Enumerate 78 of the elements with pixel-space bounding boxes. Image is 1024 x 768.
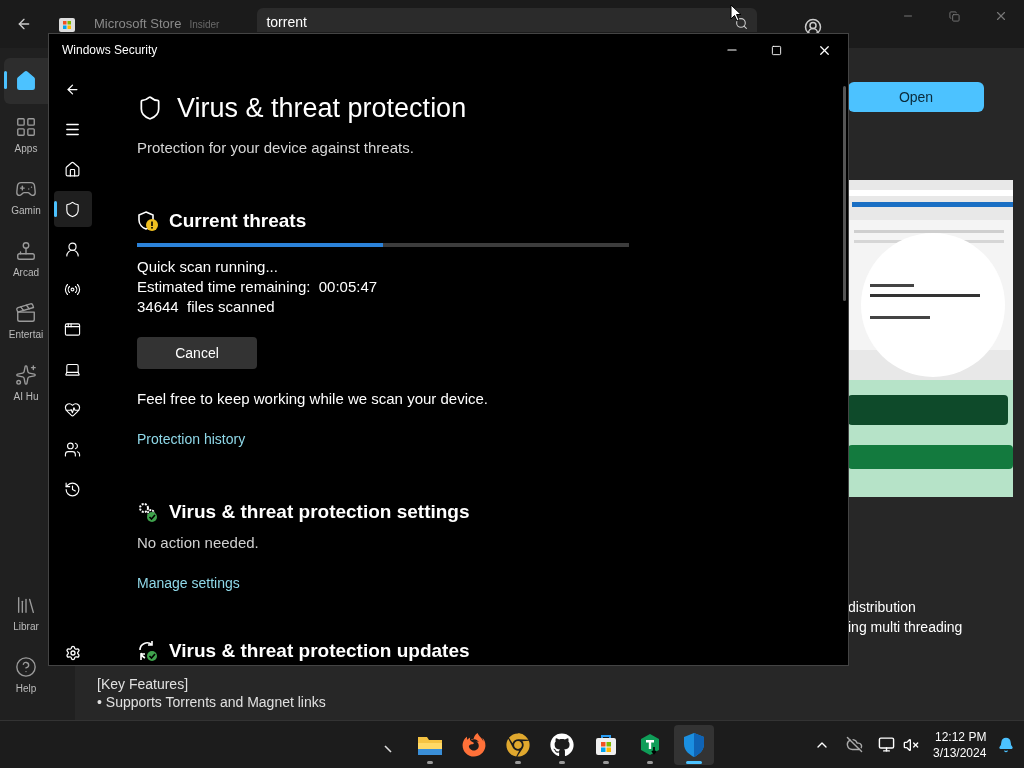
history-icon bbox=[64, 480, 81, 498]
store-icon bbox=[594, 732, 618, 757]
info-text: Feel free to keep working while we scan your device. bbox=[137, 389, 489, 409]
nav-item[interactable]: Gamin bbox=[4, 168, 48, 228]
apps-icon bbox=[15, 116, 37, 138]
scan-status-text: Quick scan running... bbox=[137, 257, 279, 277]
library-icon bbox=[15, 594, 37, 616]
nav-label: Arcad bbox=[12, 266, 40, 280]
cursor-icon bbox=[730, 4, 742, 22]
gear-check-icon bbox=[137, 501, 159, 523]
nav-item[interactable] bbox=[53, 191, 92, 227]
clock-date[interactable]: 3/13/2024 bbox=[933, 744, 987, 761]
download-app-icon bbox=[638, 732, 662, 757]
protection-history-link[interactable]: Protection history bbox=[137, 429, 246, 449]
nav-item[interactable]: Apps bbox=[4, 106, 48, 166]
nav-item[interactable]: Entertai bbox=[4, 292, 48, 352]
section-heading: Virus & threat protection updates bbox=[169, 640, 470, 662]
settings-icon[interactable] bbox=[64, 645, 81, 661]
restore-icon[interactable] bbox=[949, 10, 961, 22]
nav-label: AI Hu bbox=[13, 390, 39, 404]
clock-time[interactable]: 12:12 PM bbox=[935, 728, 987, 745]
clapperboard-icon bbox=[15, 302, 37, 324]
cancel-button[interactable]: Cancel bbox=[137, 337, 257, 369]
store-logo-icon bbox=[58, 15, 76, 33]
heart-pulse-icon bbox=[64, 400, 81, 418]
joystick-icon bbox=[15, 240, 37, 262]
monitor-icon[interactable] bbox=[878, 736, 895, 753]
nav-item[interactable]: Arcad bbox=[4, 230, 48, 290]
nav-item[interactable]: Help bbox=[4, 646, 48, 706]
person-icon bbox=[64, 240, 81, 258]
feature-text: [Key Features] bbox=[97, 675, 190, 693]
scan-status-text: 34644 files scanned bbox=[137, 297, 276, 317]
people-icon bbox=[64, 440, 81, 458]
nav-label: Help bbox=[15, 682, 37, 696]
pen-icon[interactable] bbox=[384, 744, 392, 753]
firefox-icon bbox=[462, 732, 486, 757]
description-text: distribution bbox=[848, 598, 917, 617]
nav-label: Entertai bbox=[8, 328, 44, 342]
cloud-off-icon[interactable] bbox=[846, 736, 863, 753]
maximize-icon[interactable] bbox=[771, 44, 782, 56]
insider-label: Insider bbox=[189, 17, 220, 32]
section-heading: Current threats bbox=[169, 208, 307, 233]
search-field[interactable]: torrent bbox=[257, 8, 758, 32]
notification-icon[interactable] bbox=[998, 736, 1015, 753]
help-icon bbox=[15, 656, 37, 678]
shield-icon bbox=[137, 95, 163, 121]
shield-app-icon bbox=[682, 731, 706, 758]
status-text: No action needed. bbox=[137, 533, 260, 553]
nav-label: Gamin bbox=[11, 204, 41, 218]
page-title: Virus & threat protection bbox=[177, 91, 467, 125]
chrome-icon bbox=[506, 732, 530, 757]
manage-settings-link[interactable]: Manage settings bbox=[137, 573, 240, 593]
scan-status-text: Estimated time remaining: 00:05:47 bbox=[137, 277, 379, 297]
app-window-icon bbox=[64, 320, 81, 338]
page-subtitle: Protection for your device against threats. bbox=[137, 138, 415, 158]
mute-icon[interactable] bbox=[903, 736, 919, 753]
shield-icon bbox=[64, 200, 81, 218]
back-icon[interactable] bbox=[16, 16, 32, 32]
nav-item[interactable] bbox=[4, 58, 48, 104]
github-icon bbox=[550, 732, 574, 757]
description-text: ing multi threading bbox=[848, 618, 964, 637]
home-icon bbox=[15, 70, 37, 92]
nav-label: Apps bbox=[14, 142, 38, 156]
shield-warning-icon bbox=[137, 210, 159, 232]
nav-item[interactable]: Librar bbox=[4, 584, 48, 644]
home-icon bbox=[64, 160, 81, 178]
nav-item[interactable]: AI Hu bbox=[4, 354, 48, 414]
section-heading: Virus & threat protection settings bbox=[169, 499, 470, 524]
feature-text: • Supports Torrents and Magnet links bbox=[97, 693, 327, 711]
taskbar-app[interactable] bbox=[674, 724, 714, 765]
refresh-check-icon bbox=[137, 640, 159, 662]
search-icon bbox=[735, 17, 749, 30]
sparkles-icon bbox=[15, 364, 37, 386]
open-button[interactable]: Open bbox=[848, 82, 984, 112]
app-title: Microsoft Store bbox=[94, 15, 182, 34]
nav-label: Librar bbox=[13, 620, 39, 634]
window-title: Windows Security bbox=[62, 42, 158, 59]
back-icon[interactable] bbox=[65, 81, 80, 97]
